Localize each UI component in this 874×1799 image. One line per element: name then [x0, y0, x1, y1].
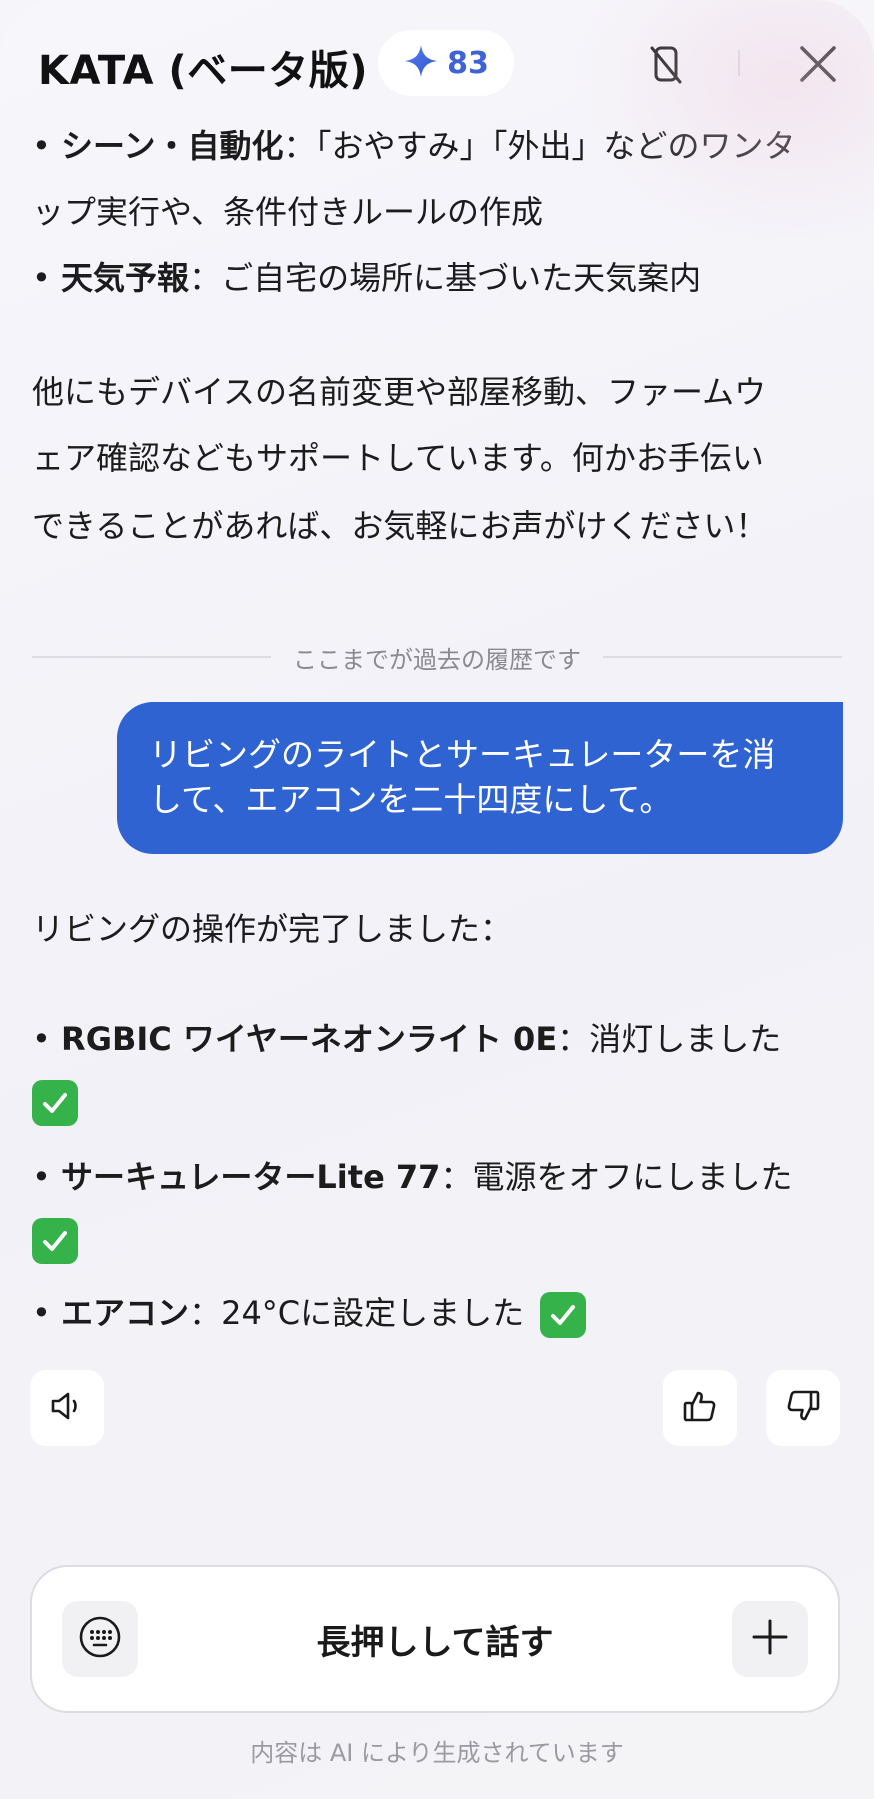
- hold-to-talk-button[interactable]: 長押しして話す: [32, 1615, 838, 1664]
- thumbs-down-icon: [783, 1386, 823, 1430]
- bullet-text: ご自宅の場所に基づいた天気案内: [221, 259, 702, 297]
- list-item: • シーン・自動化：「おやすみ」「外出」などのワンタ: [32, 127, 796, 165]
- bullet-text-continued: ップ実行や、条件付きルールの作成: [32, 193, 544, 231]
- check-row: [32, 1218, 78, 1264]
- history-separator: ここまでが過去の履歴です: [32, 640, 842, 674]
- voice-composer: 長押しして話す: [30, 1565, 840, 1713]
- plus-icon: [750, 1617, 790, 1661]
- paragraph-line: できることがあれば、お気軽にお声がけください！: [32, 507, 768, 545]
- credits-badge[interactable]: 83: [378, 30, 514, 96]
- chat-screen: KATA (ベータ版) 83 • シーン・自動化：「おやすみ」「外出」などのワン…: [0, 0, 874, 1799]
- device-name: RGBIC ワイヤーネオンライト 0E: [61, 1020, 558, 1058]
- user-message-bubble: リビングのライトとサーキュレーターを消 して、エアコンを二十四度にして。: [117, 702, 843, 854]
- user-message-line: して、エアコンを二十四度にして。: [149, 780, 673, 819]
- bell-off-icon: [644, 42, 688, 90]
- read-aloud-button[interactable]: [30, 1370, 104, 1446]
- reply-intro: リビングの操作が完了しました：: [32, 910, 513, 948]
- header-divider: [738, 50, 740, 76]
- close-button[interactable]: [790, 38, 846, 94]
- add-button[interactable]: [732, 1601, 808, 1677]
- check-icon: [32, 1080, 78, 1126]
- bullet-title: シーン・自動化: [61, 127, 284, 165]
- header: KATA (ベータ版) 83: [0, 0, 874, 130]
- device-name: サーキュレーターLite 77: [61, 1158, 441, 1196]
- device-name: エアコン: [61, 1294, 190, 1332]
- bullet-title: 天気予報: [61, 259, 190, 297]
- speaker-icon: [47, 1386, 87, 1430]
- check-row: [32, 1080, 78, 1126]
- app-title: KATA (ベータ版): [38, 48, 368, 94]
- user-message-line: リビングのライトとサーキュレーターを消: [149, 735, 776, 774]
- list-item: • エアコン：24°Cに設定しました: [32, 1288, 587, 1338]
- mute-button[interactable]: [638, 38, 694, 94]
- list-item: • 天気予報：ご自宅の場所に基づいた天気案内: [32, 259, 702, 297]
- divider: [32, 656, 271, 658]
- list-item: • サーキュレーターLite 77：電源をオフにしました: [32, 1158, 793, 1196]
- check-icon: [32, 1218, 78, 1264]
- list-item: • RGBIC ワイヤーネオンライト 0E：消灯しました: [32, 1020, 782, 1058]
- divider: [603, 656, 842, 658]
- credits-count: 83: [447, 45, 489, 81]
- dislike-button[interactable]: [766, 1370, 840, 1446]
- thumbs-up-icon: [680, 1386, 720, 1430]
- like-button[interactable]: [663, 1370, 737, 1446]
- close-icon: [797, 43, 839, 89]
- ai-disclaimer: 内容は AI により生成されています: [250, 1739, 624, 1767]
- paragraph-line: 他にもデバイスの名前変更や部屋移動、ファームウ: [32, 373, 767, 411]
- device-status: 消灯しました: [589, 1020, 782, 1058]
- device-status: 24°Cに設定しました: [221, 1294, 525, 1332]
- sparkle-icon: [403, 43, 439, 83]
- history-separator-label: ここまでが過去の履歴です: [293, 645, 581, 674]
- device-status: 電源をオフにしました: [472, 1158, 793, 1196]
- paragraph-line: ェア確認などもサポートしています。何かお手伝い: [32, 439, 764, 477]
- bullet-text: 「おやすみ」「外出」などのワンタ: [315, 127, 796, 165]
- check-icon: [540, 1292, 587, 1338]
